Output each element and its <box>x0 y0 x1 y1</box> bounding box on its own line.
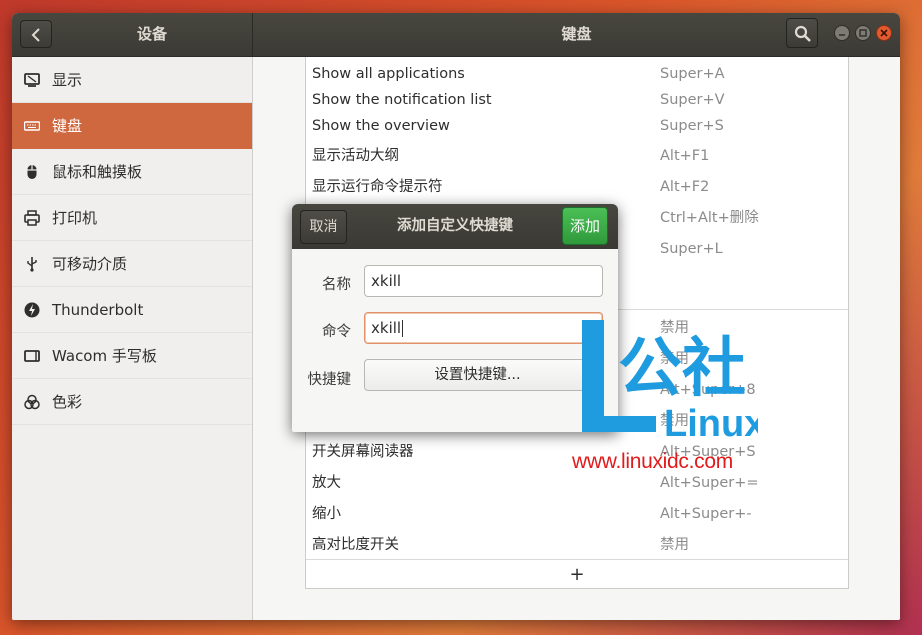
shortcut-key: Alt+Super+- <box>660 506 752 522</box>
sidebar-item-label: 显示 <box>52 71 83 89</box>
shortcut-key: Alt+F2 <box>660 179 710 195</box>
printer-icon <box>24 210 40 226</box>
shortcut-row[interactable]: 显示运行命令提示符 Alt+F2 <box>306 172 848 203</box>
logo-text: 公社 <box>618 332 746 406</box>
shortcut-row[interactable]: 高对比度开关 禁用 <box>306 530 848 561</box>
sidebar-item-keyboard[interactable]: 键盘 <box>12 103 252 149</box>
command-label: 命令 <box>322 324 351 340</box>
close-icon <box>880 29 888 37</box>
shortcut-name: 显示运行命令提示符 <box>312 179 443 195</box>
shortcut-row[interactable]: Show the overview Super+S <box>306 111 848 142</box>
sidebar-item-wacom[interactable]: Wacom 手写板 <box>12 333 252 379</box>
command-value: xkill <box>371 319 402 337</box>
cancel-button[interactable]: 取消 <box>300 210 347 244</box>
sidebar-item-thunderbolt[interactable]: Thunderbolt <box>12 287 252 333</box>
sidebar-item-removable-media[interactable]: 可移动介质 <box>12 241 252 287</box>
shortcut-name: 开关屏幕阅读器 <box>312 444 414 460</box>
watermark-url: www.linuxidc.com <box>572 450 733 473</box>
sidebar-item-label: 鼠标和触摸板 <box>52 163 143 181</box>
shortcut-row[interactable]: 缩小 Alt+Super+- <box>306 499 848 530</box>
tablet-icon <box>24 350 40 362</box>
shortcut-key: Super+S <box>660 118 724 134</box>
dialog-title: 添加自定义快捷键 <box>397 218 513 234</box>
shortcut-row[interactable]: 显示活动大纲 Alt+F1 <box>306 141 848 172</box>
minimize-button[interactable] <box>834 25 850 41</box>
sidebar-item-display[interactable]: 显示 <box>12 57 252 103</box>
shortcut-name: 放大 <box>312 475 341 491</box>
shortcut-name: Show the overview <box>312 118 450 134</box>
sidebar-item-label: 打印机 <box>52 209 98 227</box>
mouse-icon <box>27 165 37 179</box>
linux-logo-watermark: 公社 Linux <box>582 320 758 445</box>
usb-icon <box>27 257 37 272</box>
sidebar-item-label: 键盘 <box>52 117 83 135</box>
maximize-icon <box>859 29 867 37</box>
add-shortcut-button[interactable]: + <box>306 559 848 589</box>
shortcut-label: 快捷键 <box>307 372 352 388</box>
minimize-icon <box>839 34 845 36</box>
sidebar-item-label: Thunderbolt <box>52 301 144 319</box>
sidebar-item-color[interactable]: 色彩 <box>12 379 252 425</box>
header-bar: 设备 键盘 <box>12 13 900 57</box>
sidebar-item-label: 色彩 <box>52 393 83 411</box>
sidebar-item-mouse[interactable]: 鼠标和触摸板 <box>12 149 252 195</box>
chevron-left-icon <box>31 28 40 42</box>
add-button[interactable]: 添加 <box>562 207 608 245</box>
name-field[interactable]: xkill <box>364 265 603 297</box>
command-field[interactable]: xkill <box>364 312 603 344</box>
add-shortcut-dialog: 取消 添加自定义快捷键 添加 名称 xkill 命令 xkill 快捷键 设置快… <box>292 204 618 432</box>
shortcut-key: Ctrl+Alt+删除 <box>660 210 759 226</box>
shortcut-name: 缩小 <box>312 506 341 522</box>
dialog-header: 取消 添加自定义快捷键 添加 <box>292 204 618 249</box>
close-button[interactable] <box>876 25 892 41</box>
sidebar-item-label: Wacom 手写板 <box>52 347 157 365</box>
shortcut-key: Super+L <box>660 241 723 257</box>
back-button[interactable] <box>20 20 52 48</box>
sidebar: 显示 键盘 鼠标和触摸板 打印机 可移动介质 Thunderbolt Wacom… <box>12 57 253 620</box>
shortcut-key: 禁用 <box>660 537 689 553</box>
name-label: 名称 <box>322 277 351 293</box>
sidebar-item-label: 可移动介质 <box>52 255 128 273</box>
shortcut-key: Alt+F1 <box>660 148 710 164</box>
brand-text: Linux <box>664 403 758 445</box>
shortcut-name: 显示活动大纲 <box>312 148 399 164</box>
maximize-button[interactable] <box>855 25 871 41</box>
text-caret <box>402 320 404 337</box>
sidebar-item-printer[interactable]: 打印机 <box>12 195 252 241</box>
keyboard-icon <box>24 121 40 131</box>
thunderbolt-icon <box>24 302 40 318</box>
sidebar-title: 设备 <box>136 25 167 43</box>
shortcut-name: 高对比度开关 <box>312 537 399 553</box>
search-icon <box>794 25 811 42</box>
color-icon <box>24 394 40 410</box>
display-icon <box>24 73 40 87</box>
search-button[interactable] <box>786 18 818 48</box>
set-shortcut-button[interactable]: 设置快捷键... <box>364 359 591 391</box>
